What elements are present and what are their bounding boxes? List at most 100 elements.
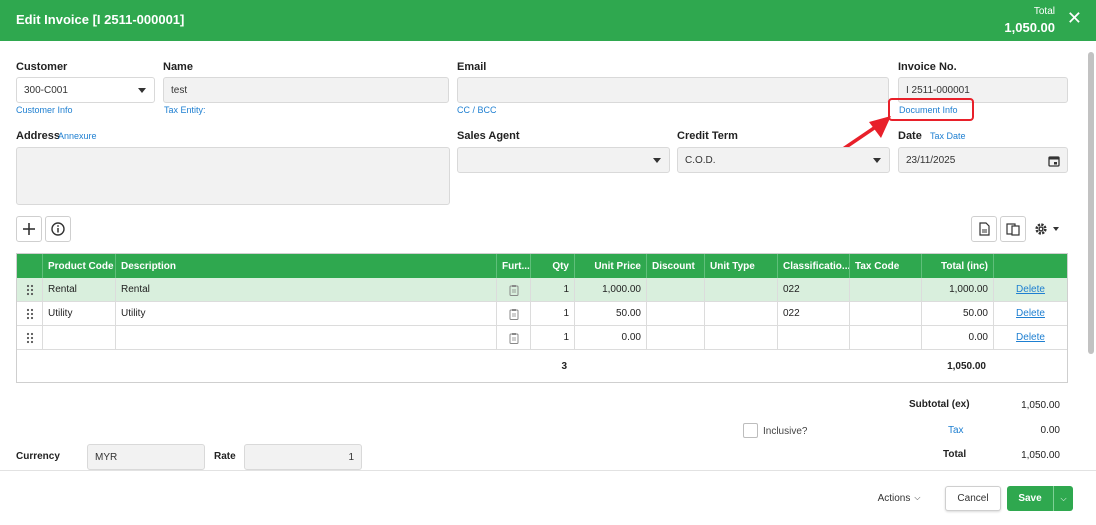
delete-link[interactable]: Delete (994, 278, 1067, 301)
tax-date-link[interactable]: Tax Date (930, 131, 966, 141)
save-options-chevron-down-icon[interactable]: ⌵ (1053, 486, 1073, 511)
cell-discount[interactable] (647, 302, 705, 325)
table-row[interactable]: 1 0.00 0.00 Delete (17, 326, 1067, 350)
col-discount[interactable]: Discount (647, 254, 705, 278)
cell-unit-type[interactable] (705, 302, 778, 325)
col-product-code[interactable]: Product Code (43, 254, 116, 278)
cancel-button[interactable]: Cancel (945, 486, 1001, 511)
col-unit-price[interactable]: Unit Price (575, 254, 647, 278)
save-button[interactable]: Save (1007, 486, 1053, 511)
cell-unit-type[interactable] (705, 326, 778, 349)
drag-handle-icon[interactable] (17, 302, 43, 325)
sales-agent-label: Sales Agent (457, 130, 520, 142)
plus-icon (23, 223, 35, 235)
rate-label: Rate (214, 451, 236, 462)
cell-classification[interactable]: 022 (778, 302, 850, 325)
cell-total: 0.00 (922, 326, 994, 349)
tax-link[interactable]: Tax (948, 425, 964, 436)
col-qty[interactable]: Qty (531, 254, 575, 278)
cell-description[interactable]: Rental (116, 278, 497, 301)
address-textarea[interactable] (16, 147, 450, 205)
col-tax-code[interactable]: Tax Code (850, 254, 922, 278)
cell-classification[interactable]: 022 (778, 278, 850, 301)
col-further[interactable]: Furt... (497, 254, 531, 278)
subtotal-value: 1,050.00 (1021, 400, 1060, 411)
currency-label: Currency (16, 451, 60, 462)
cell-discount[interactable] (647, 326, 705, 349)
date-input[interactable]: 23/11/2025 (898, 147, 1068, 173)
col-classification[interactable]: Classificatio... (778, 254, 850, 278)
customer-label: Customer (16, 61, 68, 73)
cell-description[interactable]: Utility (116, 302, 497, 325)
cell-discount[interactable] (647, 278, 705, 301)
rate-input[interactable]: 1 (244, 444, 362, 470)
table-row[interactable]: Rental Rental 1 1,000.00 022 1,000.00 Delete (17, 278, 1067, 302)
calendar-icon[interactable] (1048, 155, 1060, 167)
name-input[interactable]: test (163, 77, 449, 103)
cell-tax-code[interactable] (850, 278, 922, 301)
col-action (994, 254, 1067, 278)
cell-qty[interactable]: 1 (531, 278, 575, 301)
clipboard-icon[interactable] (497, 302, 531, 325)
customer-info-link[interactable]: Customer Info (16, 105, 73, 115)
items-table: Product Code Description Furt... Qty Uni… (16, 253, 1068, 383)
cc-bcc-link[interactable]: CC / BCC (457, 105, 497, 115)
credit-term-value: C.O.D. (685, 154, 716, 166)
cell-qty[interactable]: 1 (531, 326, 575, 349)
tax-value: 0.00 (1040, 425, 1060, 436)
close-icon[interactable]: ✕ (1067, 8, 1082, 29)
info-button[interactable] (45, 216, 71, 242)
cell-classification[interactable] (778, 326, 850, 349)
delete-link-text[interactable]: Delete (1016, 284, 1045, 295)
scrollbar[interactable] (1088, 52, 1094, 354)
cell-unit-price[interactable]: 50.00 (575, 302, 647, 325)
col-handle (17, 254, 43, 278)
header-total-label: Total (1033, 6, 1055, 17)
annexure-link[interactable]: Annexure (58, 131, 97, 141)
page-title: Edit Invoice [I 2511-000001] (16, 12, 185, 27)
cell-unit-price[interactable]: 1,000.00 (575, 278, 647, 301)
email-input[interactable] (457, 77, 889, 103)
address-label: Address (16, 130, 61, 142)
credit-term-select[interactable]: C.O.D. (677, 147, 890, 173)
cell-product-code[interactable] (43, 326, 116, 349)
header-total-value: 1,050.00 (1004, 20, 1055, 35)
tax-entity-link[interactable]: Tax Entity: (164, 105, 206, 115)
add-row-button[interactable] (16, 216, 42, 242)
delete-link[interactable]: Delete (994, 302, 1067, 325)
customer-select[interactable]: 300-C001 (16, 77, 155, 103)
summary-total-value: 1,050.00 (1021, 450, 1060, 461)
inclusive-checkbox[interactable] (743, 423, 758, 438)
cell-unit-type[interactable] (705, 278, 778, 301)
table-row[interactable]: Utility Utility 1 50.00 022 50.00 Delete (17, 302, 1067, 326)
delete-link-text[interactable]: Delete (1016, 308, 1045, 319)
cell-tax-code[interactable] (850, 326, 922, 349)
cell-product-code[interactable]: Utility (43, 302, 116, 325)
cell-description[interactable] (116, 326, 497, 349)
document-button[interactable] (971, 216, 997, 242)
cell-qty[interactable]: 1 (531, 302, 575, 325)
clipboard-icon[interactable] (497, 278, 531, 301)
cell-unit-price[interactable]: 0.00 (575, 326, 647, 349)
sales-agent-select[interactable] (457, 147, 670, 173)
col-total-inc[interactable]: Total (inc) (922, 254, 994, 278)
currency-input[interactable]: MYR (87, 444, 205, 470)
drag-handle-icon[interactable] (17, 278, 43, 301)
grand-total: 1,050.00 (947, 360, 986, 372)
settings-button[interactable] (1034, 220, 1064, 238)
total-row-spacer (991, 350, 1067, 382)
drag-handle-icon[interactable] (17, 326, 43, 349)
footer-bar: Actions ⌵ Cancel Save ⌵ (0, 470, 1096, 525)
col-unit-type[interactable]: Unit Type (705, 254, 778, 278)
cell-tax-code[interactable] (850, 302, 922, 325)
copy-button[interactable] (1000, 216, 1026, 242)
actions-label: Actions (877, 492, 911, 504)
col-description[interactable]: Description (116, 254, 497, 278)
cell-product-code[interactable]: Rental (43, 278, 116, 301)
clipboard-icon[interactable] (497, 326, 531, 349)
delete-link[interactable]: Delete (994, 326, 1067, 349)
header-bar: Edit Invoice [I 2511-000001] Total 1,050… (0, 0, 1096, 41)
delete-link-text[interactable]: Delete (1016, 332, 1045, 343)
actions-dropdown[interactable]: Actions ⌵ (868, 488, 930, 508)
rate-value: 1 (348, 451, 354, 463)
